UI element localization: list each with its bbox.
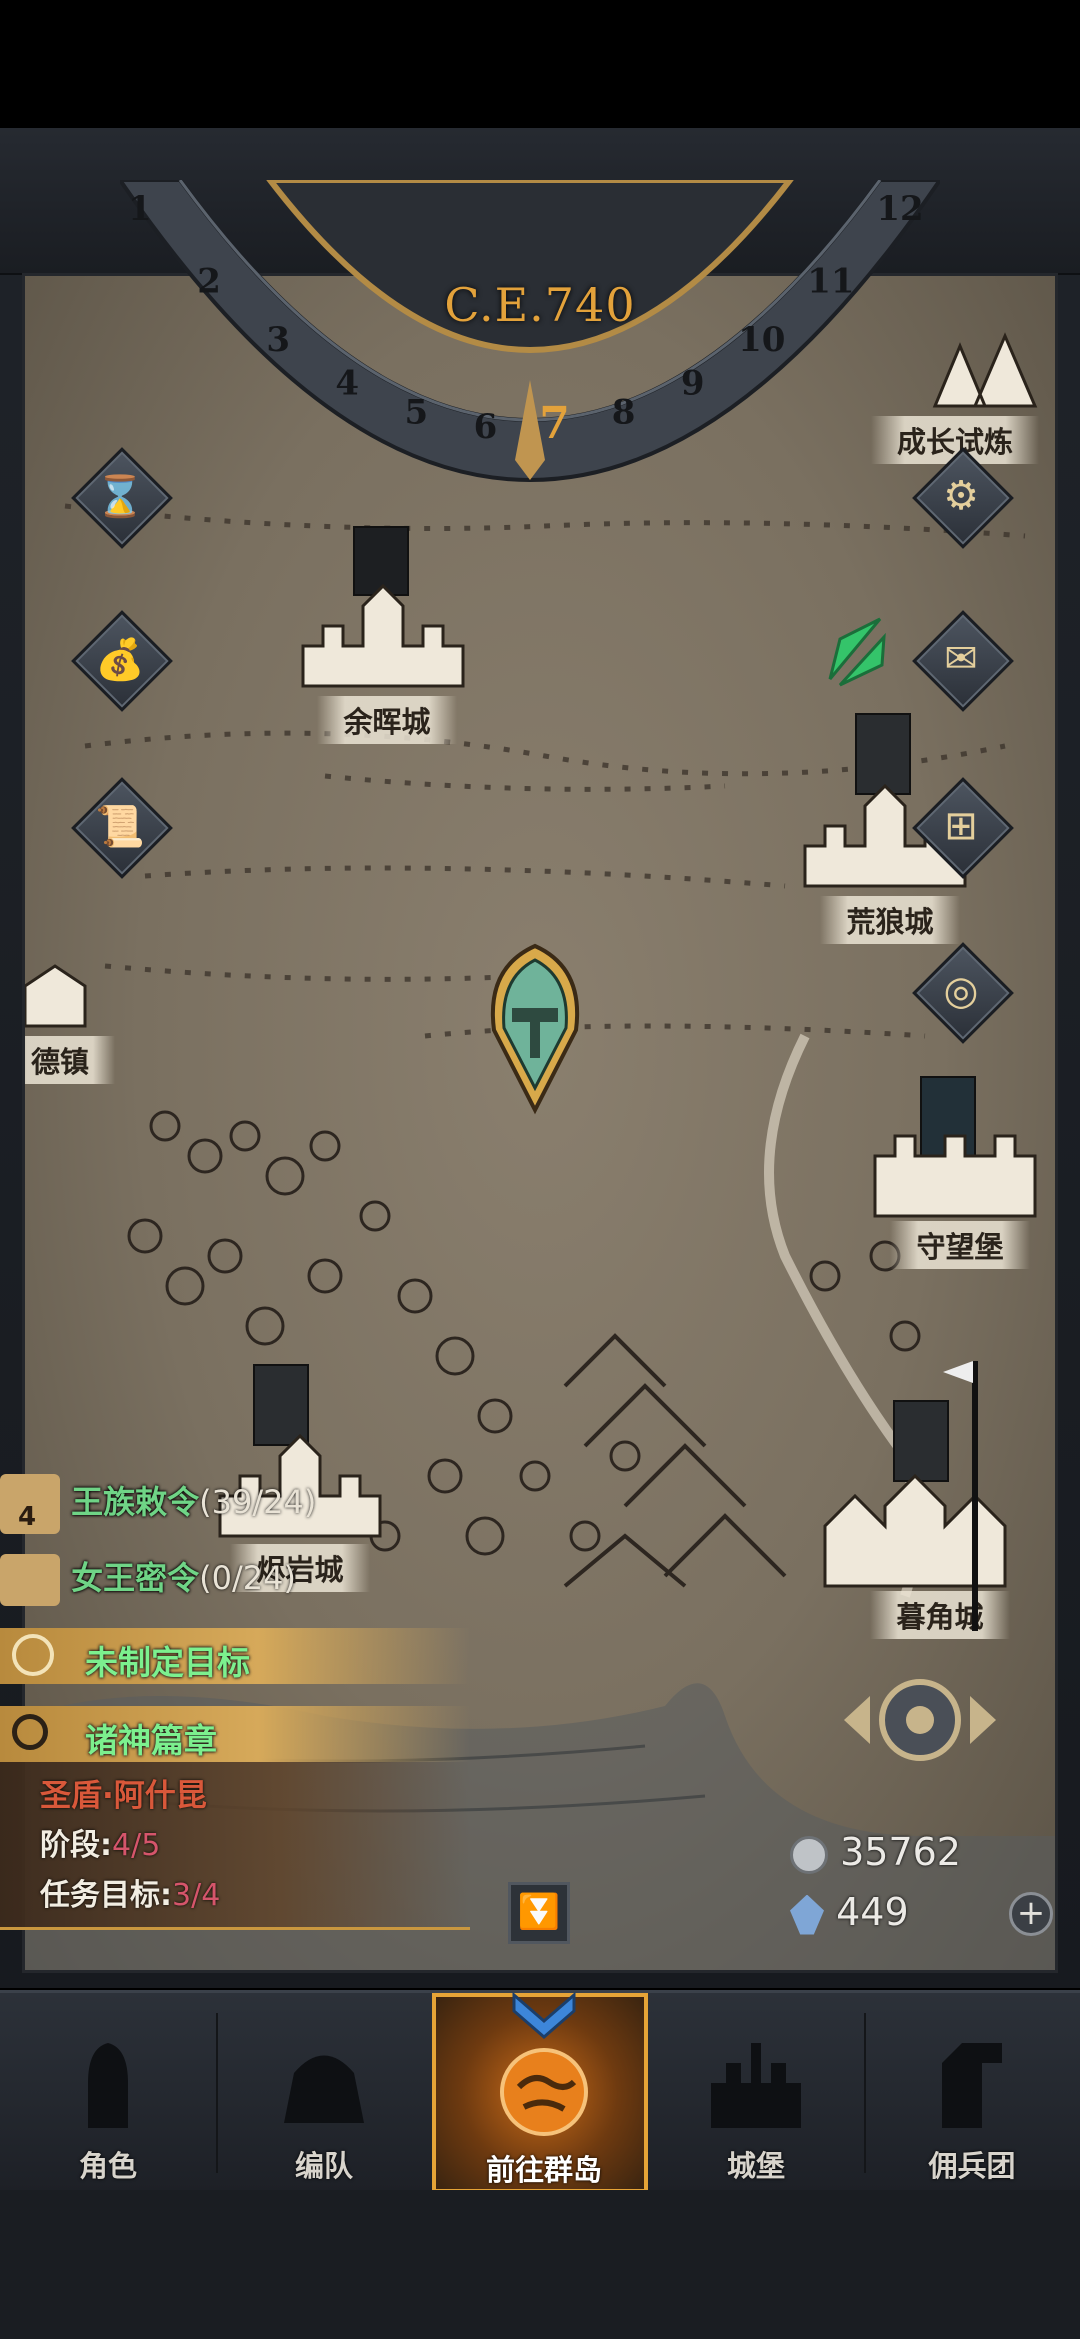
scroll-icon <box>0 1554 60 1606</box>
goal-unset-label: 未制定目标 <box>85 1643 250 1682</box>
green-arrow-icon <box>828 617 886 687</box>
nav-character[interactable]: 角色 <box>0 1993 216 2193</box>
bag-button[interactable]: 💰 <box>71 610 173 712</box>
locate-button[interactable] <box>830 1660 1010 1780</box>
castle-icon <box>873 1134 1037 1218</box>
grid-icon: ⊞ <box>944 803 978 849</box>
search-icon <box>12 1714 48 1750</box>
nav-label: 编队 <box>294 2149 353 2183</box>
settings-button[interactable]: ⚙ <box>912 447 1014 549</box>
month-tick-label: 11 <box>807 262 854 302</box>
hourglass-icon: ⌛ <box>95 473 145 520</box>
task-row: 任务目标:3/4 <box>40 1870 220 1914</box>
crystal-resource: 449 <box>790 1890 909 1935</box>
scroll-button[interactable]: 📜 <box>71 777 173 879</box>
quest-label: 王族敕令 <box>71 1483 200 1521</box>
coin-icon: ◎ <box>943 968 979 1014</box>
player-helmet-marker[interactable] <box>480 938 590 1118</box>
collapse-button[interactable]: ⏬ <box>508 1882 570 1944</box>
month-tick-label: 2 <box>197 262 221 302</box>
castle-icon <box>301 583 465 688</box>
gods-chapter-label: 诸神篇章 <box>85 1721 217 1760</box>
coin-button[interactable]: ◎ <box>912 942 1014 1044</box>
silver-amount: 35762 <box>840 1830 961 1874</box>
decree-badge: 4 <box>18 1502 37 1532</box>
stage-label: 阶段: <box>40 1828 112 1863</box>
target-check-icon <box>12 1634 54 1676</box>
hourglass-button[interactable]: ⌛ <box>71 447 173 549</box>
quest-count: (39/24) <box>199 1483 317 1521</box>
add-crystal-button[interactable]: + <box>1009 1892 1053 1936</box>
city-de-zhen[interactable]: 德镇 <box>25 1036 135 1084</box>
city-muxiao[interactable]: 暮角城 <box>835 1591 1045 1639</box>
city-name: 余晖城 <box>317 696 457 744</box>
city-name: 荒狼城 <box>820 896 960 944</box>
city-shouwang[interactable]: 守望堡 <box>855 1221 1055 1269</box>
goal-unset-banner[interactable]: 未制定目标 <box>0 1628 470 1684</box>
nav-castle[interactable]: 城堡 <box>648 1993 864 2193</box>
stage-row: 阶段:4/5 <box>40 1820 160 1864</box>
month-tick-label: 8 <box>612 393 636 433</box>
city-name: 德镇 <box>25 1036 115 1084</box>
stage-value: 4/5 <box>112 1828 161 1863</box>
flag-pole <box>972 1361 978 1631</box>
status-bar <box>0 0 1080 128</box>
hero-name: 圣盾·阿什昆 <box>40 1778 207 1814</box>
task-value: 3/4 <box>172 1878 221 1913</box>
grid-button[interactable]: ⊞ <box>912 777 1014 879</box>
gods-chapter-banner[interactable]: 诸神篇章 <box>0 1706 470 1762</box>
castle-nav-icon <box>711 2043 801 2128</box>
city-name: 守望堡 <box>890 1221 1030 1269</box>
nav-mercenary[interactable]: 佣兵团 <box>864 1993 1080 2193</box>
nav-islands[interactable]: 前往群岛 <box>432 1991 648 2193</box>
nav-label: 佣兵团 <box>928 2149 1016 2183</box>
city-yuhui[interactable]: 余晖城 <box>277 696 497 744</box>
collapse-down-icon: ⏬ <box>517 1892 561 1932</box>
city-name: 暮角城 <box>870 1591 1010 1639</box>
castle-icon <box>823 1473 1007 1588</box>
month-tick-label: 7 <box>539 398 570 449</box>
month-tick-label: 12 <box>876 189 923 229</box>
silver-coin-icon <box>790 1835 828 1874</box>
bottom-bar <box>0 2190 1080 2339</box>
month-tick-label: 1 <box>128 189 152 229</box>
city-huanglang[interactable]: 荒狼城 <box>780 896 1000 944</box>
plus-icon: + <box>1016 1893 1046 1933</box>
queen-secret-quest[interactable]: 女王密令(0/24) <box>0 1553 296 1606</box>
month-tick-label: 6 <box>474 407 498 447</box>
mercenary-icon <box>942 2043 1002 2128</box>
globe-icon <box>500 2048 588 2136</box>
nav-label: 城堡 <box>726 2149 785 2183</box>
bottom-nav: 角色 编队 前往群岛 城堡 佣兵团 <box>0 1990 1080 2193</box>
crystal-amount: 449 <box>836 1890 909 1934</box>
envelope-icon: ✉ <box>944 636 978 682</box>
helmet-icon <box>284 2055 364 2123</box>
task-label: 任务目标: <box>40 1878 172 1913</box>
chevron-down-icon <box>512 1991 576 2039</box>
month-ticks: 12345 6 7 89101112 <box>128 189 924 449</box>
royal-decree-quest[interactable]: 4 王族敕令(39/24) <box>0 1474 316 1534</box>
crystal-icon <box>790 1894 824 1935</box>
knight-icon <box>88 2043 128 2128</box>
month-tick-label: 9 <box>681 364 705 404</box>
nav-label: 前往群岛 <box>485 2153 602 2187</box>
scroll-icon: 4 <box>0 1474 60 1534</box>
month-tick-label: 3 <box>266 320 290 360</box>
nav-team[interactable]: 编队 <box>216 1993 432 2193</box>
month-tick-label: 5 <box>405 393 429 433</box>
gear-icon: ⚙ <box>943 473 979 519</box>
nav-label: 角色 <box>78 2149 137 2183</box>
scroll-icon: 📜 <box>95 803 145 850</box>
castle-icon <box>25 964 87 1028</box>
mail-button[interactable]: ✉ <box>912 610 1014 712</box>
quest-count: (0/24) <box>199 1559 296 1597</box>
chapter-panel[interactable]: 圣盾·阿什昆 阶段:4/5 任务目标:3/4 <box>0 1762 470 1930</box>
month-tick-label: 10 <box>738 320 785 360</box>
month-tick-label: 4 <box>335 364 359 404</box>
quest-label: 女王密令 <box>71 1559 200 1597</box>
silver-resource: 35762 <box>790 1830 961 1874</box>
money-bag-icon: 💰 <box>95 636 145 683</box>
